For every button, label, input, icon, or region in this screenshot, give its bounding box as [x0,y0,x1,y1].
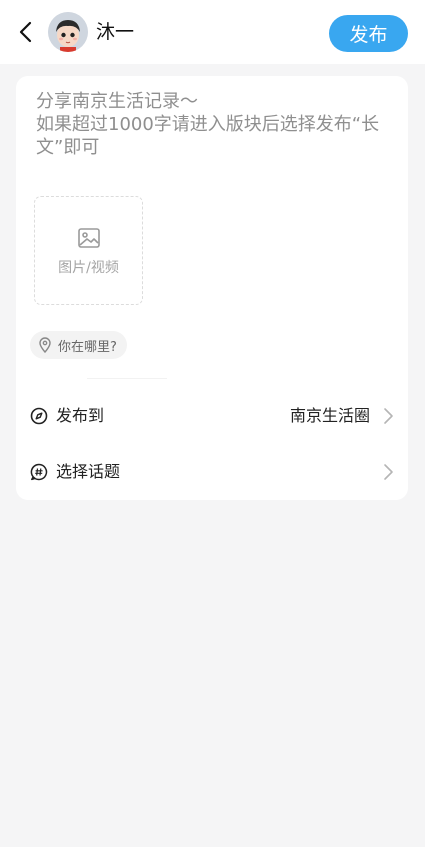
location-pin-icon [39,337,51,353]
back-button[interactable] [12,18,40,46]
post-content-input[interactable]: 分享南京生活记录～ 如果超过1000字请进入版块后选择发布“长文”即可 [36,90,392,159]
topic-hash-icon [30,463,48,481]
publish-to-value: 南京生活圈 [289,406,370,425]
select-topic-row[interactable]: 选择话题 [16,448,408,496]
location-picker[interactable]: 你在哪里? [30,331,127,359]
post-editor-card: 分享南京生活记录～ 如果超过1000字请进入版块后选择发布“长文”即可 图片/视… [16,76,408,500]
top-bar: 沐一 发布 [0,0,425,64]
publish-to-label: 发布到 [56,406,105,425]
divider [87,378,167,379]
media-upload-button[interactable]: 图片/视频 [34,196,143,305]
chevron-left-icon [19,21,32,43]
chevron-right-icon [384,464,393,480]
chevron-right-icon [384,408,393,424]
username: 沐一 [96,21,135,43]
avatar-image [48,12,88,52]
location-label: 你在哪里? [58,339,117,355]
media-upload-label: 图片/视频 [58,260,119,276]
publish-button[interactable]: 发布 [329,15,408,52]
select-topic-label: 选择话题 [56,462,121,481]
publish-to-row[interactable]: 发布到 南京生活圈 [16,392,408,440]
compass-icon [30,407,48,425]
avatar[interactable] [48,12,88,52]
image-icon [78,228,100,248]
